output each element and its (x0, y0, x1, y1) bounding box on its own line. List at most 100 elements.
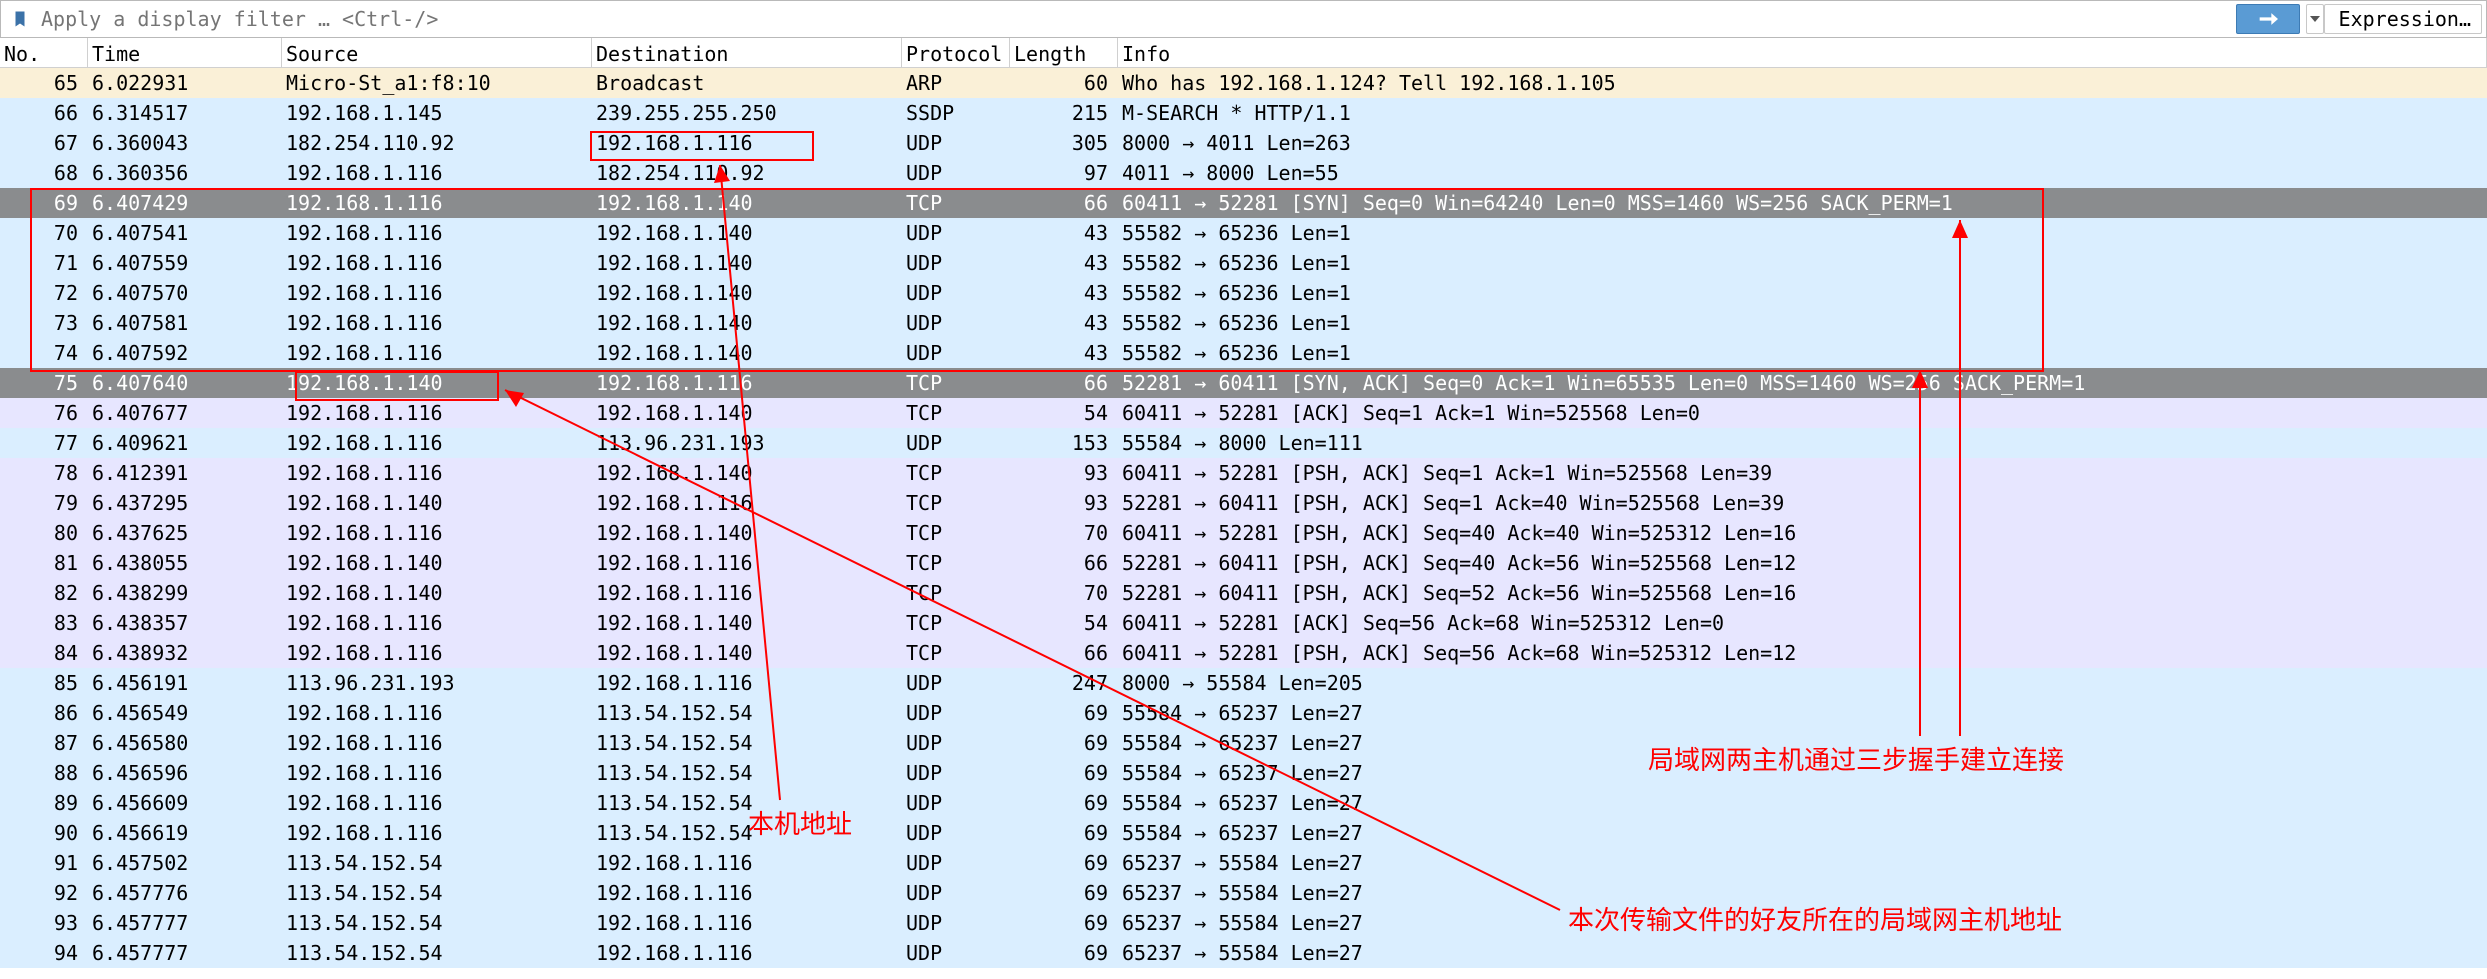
cell-no: 69 (0, 188, 88, 218)
col-header-proto[interactable]: Protocol (902, 38, 1010, 67)
col-header-src[interactable]: Source (282, 38, 592, 67)
cell-no: 92 (0, 878, 88, 908)
packet-row[interactable]: 796.437295192.168.1.140192.168.1.116TCP9… (0, 488, 2487, 518)
col-header-time[interactable]: Time (88, 38, 282, 67)
packet-row[interactable]: 946.457777113.54.152.54192.168.1.116UDP6… (0, 938, 2487, 968)
cell-len: 60 (1010, 68, 1118, 98)
cell-dst: 113.54.152.54 (592, 698, 902, 728)
col-header-dst[interactable]: Destination (592, 38, 902, 67)
cell-info: 52281 → 60411 [PSH, ACK] Seq=52 Ack=56 W… (1118, 578, 2487, 608)
display-filter-bar: Expression… (0, 0, 2487, 38)
cell-dst: 113.96.231.193 (592, 428, 902, 458)
cell-len: 153 (1010, 428, 1118, 458)
cell-len: 54 (1010, 398, 1118, 428)
cell-info: 8000 → 4011 Len=263 (1118, 128, 2487, 158)
cell-no: 85 (0, 668, 88, 698)
packet-row[interactable]: 776.409621192.168.1.116113.96.231.193UDP… (0, 428, 2487, 458)
packet-row[interactable]: 666.314517192.168.1.145239.255.255.250SS… (0, 98, 2487, 128)
cell-dst: 192.168.1.116 (592, 908, 902, 938)
cell-src: 192.168.1.116 (282, 608, 592, 638)
packet-row[interactable]: 866.456549192.168.1.116113.54.152.54UDP6… (0, 698, 2487, 728)
cell-no: 82 (0, 578, 88, 608)
cell-no: 94 (0, 938, 88, 968)
cell-len: 69 (1010, 788, 1118, 818)
packet-row[interactable]: 896.456609192.168.1.116113.54.152.54UDP6… (0, 788, 2487, 818)
cell-no: 77 (0, 428, 88, 458)
cell-len: 215 (1010, 98, 1118, 128)
cell-proto: UDP (902, 788, 1010, 818)
cell-time: 6.407592 (88, 338, 282, 368)
packet-row[interactable]: 766.407677192.168.1.116192.168.1.140TCP5… (0, 398, 2487, 428)
filter-dropdown-button[interactable] (2306, 4, 2324, 34)
packet-row[interactable]: 746.407592192.168.1.116192.168.1.140UDP4… (0, 338, 2487, 368)
cell-dst: 192.168.1.116 (592, 368, 902, 398)
cell-len: 93 (1010, 458, 1118, 488)
col-header-no[interactable]: No. (0, 38, 88, 67)
packet-row[interactable]: 686.360356192.168.1.116182.254.110.92UDP… (0, 158, 2487, 188)
cell-info: 55582 → 65236 Len=1 (1118, 218, 2487, 248)
cell-time: 6.407640 (88, 368, 282, 398)
cell-proto: TCP (902, 608, 1010, 638)
packet-row[interactable]: 736.407581192.168.1.116192.168.1.140UDP4… (0, 308, 2487, 338)
packet-row[interactable]: 926.457776113.54.152.54192.168.1.116UDP6… (0, 878, 2487, 908)
packet-row[interactable]: 756.407640192.168.1.140192.168.1.116TCP6… (0, 368, 2487, 398)
cell-no: 79 (0, 488, 88, 518)
cell-info: M-SEARCH * HTTP/1.1 (1118, 98, 2487, 128)
packet-row[interactable]: 676.360043182.254.110.92192.168.1.116UDP… (0, 128, 2487, 158)
packet-row[interactable]: 826.438299192.168.1.140192.168.1.116TCP7… (0, 578, 2487, 608)
cell-src: Micro-St_a1:f8:10 (282, 68, 592, 98)
cell-proto: UDP (902, 878, 1010, 908)
cell-dst: 192.168.1.140 (592, 638, 902, 668)
cell-info: Who has 192.168.1.124? Tell 192.168.1.10… (1118, 68, 2487, 98)
packet-row[interactable]: 696.407429192.168.1.116192.168.1.140TCP6… (0, 188, 2487, 218)
packet-row[interactable]: 706.407541192.168.1.116192.168.1.140UDP4… (0, 218, 2487, 248)
packet-row[interactable]: 716.407559192.168.1.116192.168.1.140UDP4… (0, 248, 2487, 278)
packet-row[interactable]: 816.438055192.168.1.140192.168.1.116TCP6… (0, 548, 2487, 578)
bookmark-icon[interactable] (9, 8, 31, 30)
cell-dst: 192.168.1.140 (592, 338, 902, 368)
cell-info: 52281 → 60411 [PSH, ACK] Seq=40 Ack=56 W… (1118, 548, 2487, 578)
col-header-info[interactable]: Info (1118, 38, 2487, 67)
display-filter-input[interactable] (41, 5, 2222, 33)
packet-row[interactable]: 916.457502113.54.152.54192.168.1.116UDP6… (0, 848, 2487, 878)
packet-row[interactable]: 656.022931Micro-St_a1:f8:10BroadcastARP6… (0, 68, 2487, 98)
cell-proto: UDP (902, 758, 1010, 788)
col-header-len[interactable]: Length (1010, 38, 1118, 67)
packet-row[interactable]: 936.457777113.54.152.54192.168.1.116UDP6… (0, 908, 2487, 938)
cell-time: 6.407581 (88, 308, 282, 338)
packet-row[interactable]: 726.407570192.168.1.116192.168.1.140UDP4… (0, 278, 2487, 308)
cell-proto: SSDP (902, 98, 1010, 128)
cell-len: 69 (1010, 698, 1118, 728)
packet-row[interactable]: 906.456619192.168.1.116113.54.152.54UDP6… (0, 818, 2487, 848)
cell-time: 6.407429 (88, 188, 282, 218)
packet-row[interactable]: 836.438357192.168.1.116192.168.1.140TCP5… (0, 608, 2487, 638)
cell-len: 66 (1010, 638, 1118, 668)
packet-row[interactable]: 786.412391192.168.1.116192.168.1.140TCP9… (0, 458, 2487, 488)
cell-dst: 192.168.1.140 (592, 518, 902, 548)
expression-button[interactable]: Expression… (2324, 4, 2482, 34)
cell-src: 192.168.1.116 (282, 248, 592, 278)
packet-list-body: 656.022931Micro-St_a1:f8:10BroadcastARP6… (0, 68, 2487, 968)
cell-len: 43 (1010, 308, 1118, 338)
cell-len: 69 (1010, 848, 1118, 878)
packet-row[interactable]: 876.456580192.168.1.116113.54.152.54UDP6… (0, 728, 2487, 758)
cell-time: 6.360356 (88, 158, 282, 188)
packet-row[interactable]: 886.456596192.168.1.116113.54.152.54UDP6… (0, 758, 2487, 788)
cell-no: 71 (0, 248, 88, 278)
cell-no: 93 (0, 908, 88, 938)
cell-src: 113.54.152.54 (282, 878, 592, 908)
cell-info: 65237 → 55584 Len=27 (1118, 878, 2487, 908)
cell-src: 192.168.1.140 (282, 368, 592, 398)
cell-src: 192.168.1.116 (282, 158, 592, 188)
cell-proto: TCP (902, 518, 1010, 548)
cell-len: 66 (1010, 368, 1118, 398)
packet-row[interactable]: 806.437625192.168.1.116192.168.1.140TCP7… (0, 518, 2487, 548)
cell-no: 73 (0, 308, 88, 338)
cell-proto: TCP (902, 368, 1010, 398)
cell-len: 93 (1010, 488, 1118, 518)
packet-list-header: No. Time Source Destination Protocol Len… (0, 38, 2487, 68)
cell-dst: 113.54.152.54 (592, 728, 902, 758)
packet-row[interactable]: 846.438932192.168.1.116192.168.1.140TCP6… (0, 638, 2487, 668)
packet-row[interactable]: 856.456191113.96.231.193192.168.1.116UDP… (0, 668, 2487, 698)
apply-filter-button[interactable] (2236, 4, 2300, 34)
